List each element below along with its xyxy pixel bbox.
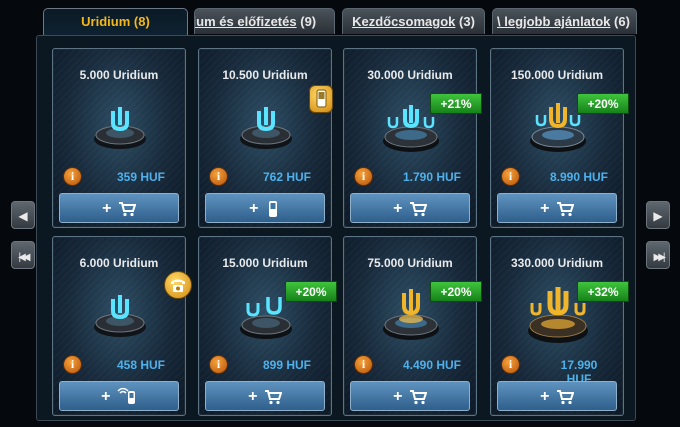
product-price: 1.790 HUF: [402, 170, 462, 184]
arrow-right-icon: ▶: [653, 209, 663, 223]
product-price: 4.490 HUF: [402, 358, 462, 372]
info-icon[interactable]: i: [354, 355, 373, 374]
buy-plus: +: [540, 200, 550, 217]
telephone-icon: [171, 279, 185, 292]
tab-best-offers[interactable]: \ legjobb ajánlatok (6): [492, 8, 637, 34]
tab-uridium[interactable]: Uridium (8): [43, 8, 188, 36]
info-icon[interactable]: i: [63, 167, 82, 186]
bonus-badge: +20%: [285, 281, 337, 302]
product-title: 30.000 Uridium: [367, 68, 453, 82]
last-page-button[interactable]: ▶▶|: [646, 241, 670, 269]
info-icon[interactable]: i: [501, 167, 520, 186]
tab-starter-packs[interactable]: Kezdőcsomagok (3): [342, 8, 485, 34]
product-card: 10.500 Uridium i 762 HUF +: [198, 48, 333, 228]
buy-button[interactable]: +: [350, 381, 470, 411]
tab-count: (6): [614, 14, 630, 29]
info-icon[interactable]: i: [63, 355, 82, 374]
product-title: 150.000 Uridium: [510, 68, 604, 82]
product-price: 359 HUF: [116, 170, 166, 184]
buy-button[interactable]: +: [205, 381, 325, 411]
product-card: 6.000 Uridium i 458 HUF +: [52, 236, 192, 416]
info-icon[interactable]: i: [354, 167, 373, 186]
buy-plus: +: [393, 388, 403, 405]
telephone-badge: [164, 271, 192, 299]
product-card: 30.000 Uridium +21% i 1.790 HUF +: [343, 48, 482, 228]
cart-icon: [264, 390, 283, 405]
cart-icon: [118, 202, 137, 217]
bonus-badge: +21%: [430, 93, 482, 114]
bonus-badge: +32%: [577, 281, 629, 302]
buy-plus: +: [540, 388, 550, 405]
info-icon[interactable]: i: [209, 355, 228, 374]
buy-plus: +: [393, 200, 403, 217]
product-price: 762 HUF: [262, 170, 312, 184]
bonus-badge: +20%: [577, 93, 629, 114]
buy-plus: +: [102, 200, 112, 217]
skip-first-icon: |◀◀: [18, 252, 31, 263]
tab-count: (9): [300, 14, 317, 29]
buy-button[interactable]: +: [59, 193, 179, 223]
tab-premium-subscription[interactable]: mium és előfizetés (9): [194, 8, 335, 34]
next-page-button[interactable]: ▶: [646, 201, 670, 229]
info-icon[interactable]: i: [501, 355, 520, 374]
product-card: 5.000 Uridium i 359 HUF +: [52, 48, 186, 228]
product-card: 150.000 Uridium +20% i 8.990 HUF +: [490, 48, 629, 228]
product-title: 15.000 Uridium: [222, 256, 308, 270]
cart-icon: [409, 390, 428, 405]
tab-label: Kezdőcsomagok: [352, 14, 456, 29]
buy-mobile-button[interactable]: +: [205, 193, 325, 223]
buy-plus: +: [249, 200, 259, 217]
uridium-small-icon: [94, 107, 146, 149]
mobile-phone-icon: [268, 201, 277, 217]
tab-count: (3): [459, 14, 475, 29]
product-price: 8.990 HUF: [549, 170, 609, 184]
cart-icon: [556, 390, 575, 405]
product-card: 330.000 Uridium +32% i 17.990 HUF +: [490, 236, 629, 416]
mobile-icon: [316, 89, 327, 108]
product-title: 10.500 Uridium: [222, 68, 308, 82]
buy-plus: +: [248, 388, 258, 405]
product-price: 458 HUF: [116, 358, 166, 372]
tab-label: mium és előfizetés: [195, 14, 297, 29]
product-title: 5.000 Uridium: [79, 68, 159, 82]
bonus-badge: +20%: [430, 281, 482, 302]
cart-icon: [556, 202, 575, 217]
tab-label: Uridium: [81, 14, 131, 29]
uridium-small-icon: [240, 107, 292, 149]
product-price: 899 HUF: [262, 358, 312, 372]
product-title: 6.000 Uridium: [79, 256, 159, 270]
buy-button[interactable]: +: [497, 193, 617, 223]
phone-call-icon: [117, 387, 135, 404]
buy-phone-button[interactable]: +: [59, 381, 179, 411]
first-page-button[interactable]: |◀◀: [11, 241, 35, 269]
product-title: 330.000 Uridium: [510, 256, 604, 270]
prev-page-button[interactable]: ◀: [11, 201, 35, 229]
uridium-small-icon: [94, 295, 146, 337]
mobile-badge: [309, 85, 333, 113]
arrow-left-icon: ◀: [18, 209, 28, 223]
buy-button[interactable]: +: [497, 381, 617, 411]
cart-icon: [409, 202, 428, 217]
product-card: 75.000 Uridium +20% i 4.490 HUF +: [343, 236, 482, 416]
info-icon[interactable]: i: [209, 167, 228, 186]
product-card: 15.000 Uridium +20% i 899 HUF +: [198, 236, 337, 416]
product-title: 75.000 Uridium: [367, 256, 453, 270]
buy-button[interactable]: +: [350, 193, 470, 223]
tab-count: (8): [133, 14, 150, 29]
skip-last-icon: ▶▶|: [653, 252, 666, 263]
buy-plus: +: [101, 388, 111, 405]
tab-label: \ legjobb ajánlatok: [497, 14, 611, 29]
